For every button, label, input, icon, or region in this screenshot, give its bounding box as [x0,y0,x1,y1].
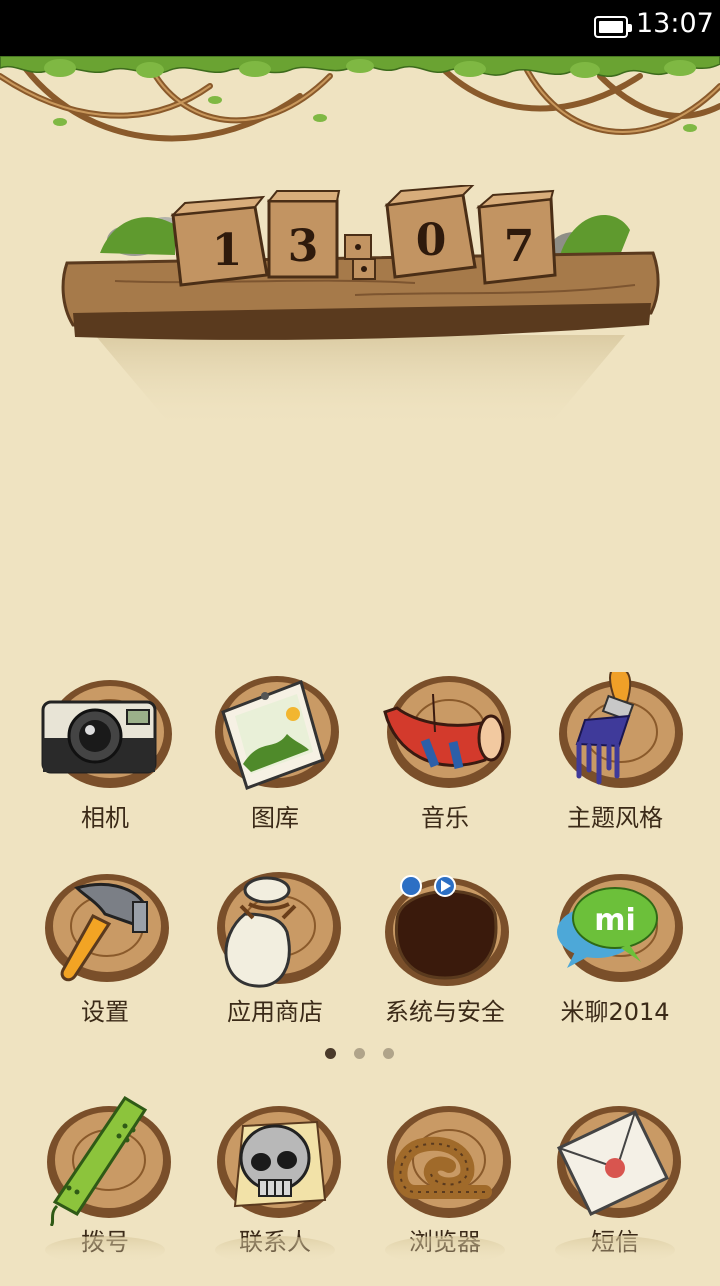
gallery-icon [215,676,339,790]
skull-contacts-icon [217,1106,341,1218]
app-label: 图库 [251,804,299,832]
clock-digit: 1 [212,225,243,276]
battery-full-icon [594,16,632,38]
vine-decoration [0,56,720,142]
clock-digit-block-3: 0 [384,185,477,279]
app-label: 米聊2014 [560,998,670,1026]
app-label: 主题风格 [567,804,663,832]
paintbrush-icon [559,672,683,788]
snail-browser-icon [387,1106,511,1218]
app-label: 音乐 [421,804,469,832]
app-security[interactable]: 系统与安全 [370,866,520,1056]
app-mi-chat[interactable]: mi 米聊2014 [540,866,690,1056]
app-label: 相机 [81,804,129,832]
app-gallery[interactable]: 图库 [200,672,350,862]
clock-digit-block-2: 3 [266,190,341,279]
hammer-icon [45,874,169,982]
camera-icon [41,680,172,788]
page-dot[interactable] [325,1048,336,1059]
mi-chat-icon: mi [557,874,683,982]
app-camera[interactable]: 相机 [30,672,180,862]
clock-digit: 0 [416,215,447,266]
envelope-icon [556,1106,681,1218]
page-dot[interactable] [354,1048,365,1059]
clock-digit-block-1: 1 [170,195,269,287]
svg-text:mi: mi [594,903,636,938]
app-themes[interactable]: 主题风格 [540,672,690,862]
clock-digit: 3 [288,221,319,272]
app-store[interactable]: 应用商店 [200,866,350,1056]
clock-digit: 7 [504,221,535,272]
app-label: 应用商店 [227,998,323,1026]
page-indicator[interactable] [320,1048,400,1062]
app-label: 设置 [81,998,129,1026]
clock-digit-block-4: 7 [475,189,557,285]
page-dot[interactable] [383,1048,394,1059]
sack-icon [217,872,341,988]
security-hole-icon [385,875,509,986]
app-settings[interactable]: 设置 [30,866,180,1056]
status-time: 13:07 [636,8,714,39]
status-bar: 13:07 [0,0,720,56]
music-horn-icon [383,676,511,788]
dock-shadow [45,1236,675,1264]
app-music[interactable]: 音乐 [370,672,520,862]
clock-widget[interactable]: 1 3 0 7 [55,185,665,435]
app-label: 系统与安全 [385,998,505,1026]
phone-handset-icon [47,1096,171,1226]
